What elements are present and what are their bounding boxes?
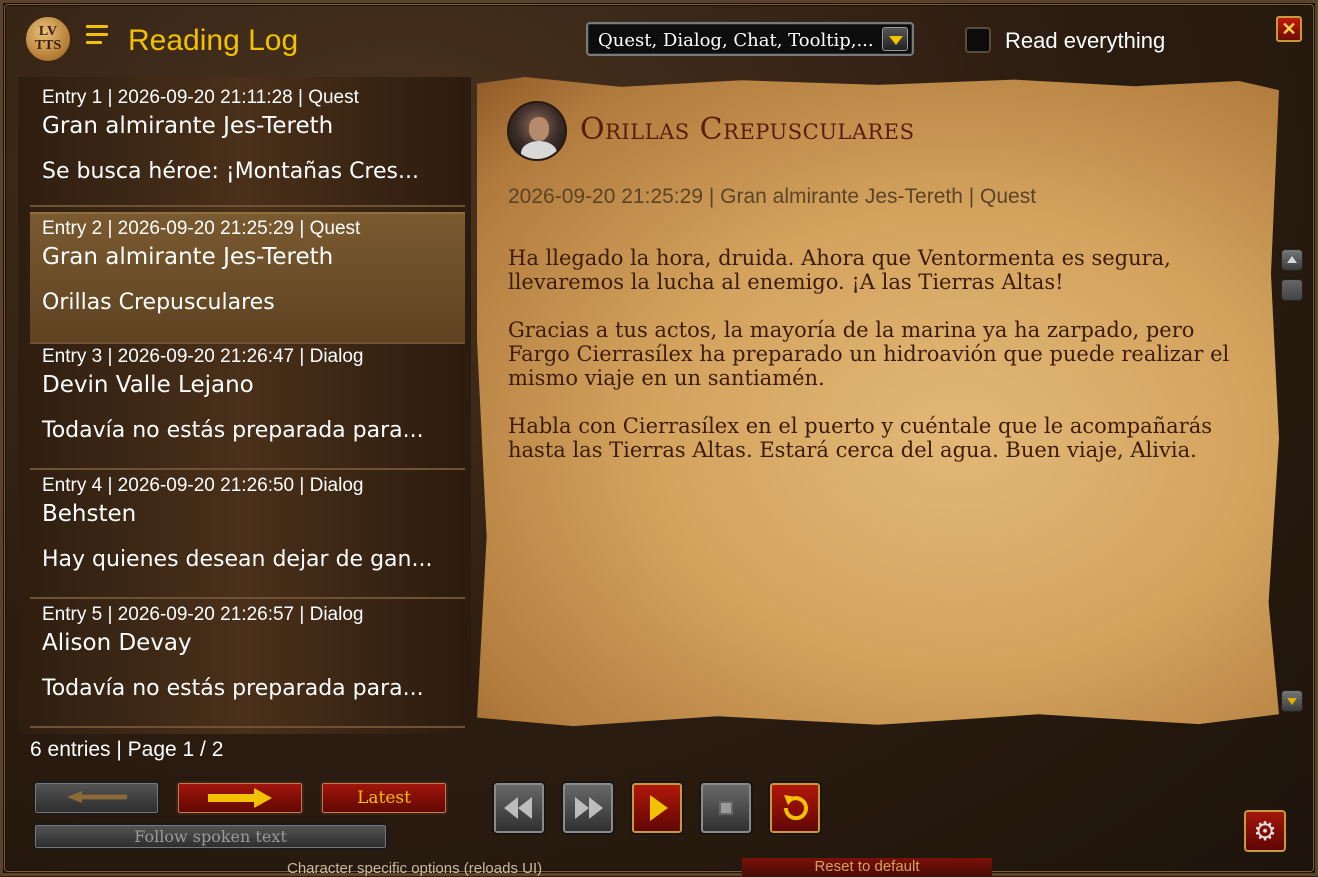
window-title: Reading Log	[128, 24, 299, 57]
entry-speaker: Gran almirante Jes-Tereth	[42, 113, 334, 139]
background-options-text: Character specific options (reloads UI)	[287, 860, 543, 877]
entry-meta: Entry 3 | 2026-09-20 21:26:47 | Dialog	[42, 346, 364, 367]
entry-meta: Entry 4 | 2026-09-20 21:26:50 | Dialog	[42, 475, 364, 496]
quest-paragraph: Habla con Cierrasílex en el puerto y cué…	[508, 414, 1213, 462]
close-button[interactable]: ✕	[1276, 16, 1302, 42]
arrow-right-icon	[208, 788, 272, 808]
filter-dropdown[interactable]: Quest, Dialog, Chat, Tooltip,...	[586, 22, 914, 56]
logo-text-top: LV	[38, 24, 58, 39]
rewind-button[interactable]	[492, 781, 546, 835]
entry-speaker: Behsten	[42, 501, 137, 527]
entry-meta: Entry 2 | 2026-09-20 21:25:29 | Quest	[42, 218, 361, 239]
list-item[interactable]: Entry 1 | 2026-09-20 21:11:28 | Quest Gr…	[30, 77, 465, 207]
entry-preview: Hay quienes desean dejar de gan...	[42, 547, 433, 572]
list-item[interactable]: Entry 5 | 2026-09-20 21:26:57 | Dialog A…	[30, 598, 465, 728]
entry-meta: Entry 1 | 2026-09-20 21:11:28 | Quest	[42, 87, 359, 108]
scroll-up-button[interactable]	[1281, 249, 1303, 271]
gear-icon: ⚙	[1253, 815, 1277, 846]
list-item-selected[interactable]: Entry 2 | 2026-09-20 21:25:29 | Quest Gr…	[30, 212, 465, 344]
settings-button[interactable]: ⚙	[1244, 810, 1286, 852]
lvtts-logo: LV TTS	[24, 15, 72, 63]
scroll-down-button[interactable]	[1281, 690, 1303, 712]
read-everything-label[interactable]: Read everything	[1005, 28, 1165, 54]
follow-spoken-text-button[interactable]: Follow spoken text	[33, 823, 388, 850]
next-page-button[interactable]	[176, 781, 304, 815]
quest-paragraph: Ha llegado la hora, druida. Ahora que Ve…	[508, 246, 1171, 294]
entry-preview: Orillas Crepusculares	[42, 290, 275, 315]
quest-meta: 2026-09-20 21:25:29 | Gran almirante Jes…	[508, 185, 1037, 208]
replay-icon	[783, 795, 808, 821]
list-item[interactable]: Entry 3 | 2026-09-20 21:26:47 | Dialog D…	[30, 340, 465, 470]
entries-summary: 6 entries | Page 1 / 2	[30, 738, 224, 761]
rewind-icon	[504, 797, 532, 819]
fast-forward-button[interactable]	[561, 781, 615, 835]
chevron-down-icon[interactable]	[882, 27, 908, 51]
entry-speaker: Devin Valle Lejano	[42, 372, 254, 398]
quest-title: Orillas Crepusculares	[580, 112, 915, 147]
read-everything-checkbox[interactable]	[965, 27, 991, 53]
play-button[interactable]	[630, 781, 684, 835]
entry-speaker: Alison Devay	[42, 630, 192, 656]
play-icon	[650, 795, 668, 821]
entry-list[interactable]: Entry 1 | 2026-09-20 21:11:28 | Quest Gr…	[18, 77, 471, 734]
entry-meta: Entry 5 | 2026-09-20 21:26:57 | Dialog	[42, 604, 364, 625]
filter-dropdown-value: Quest, Dialog, Chat, Tooltip,...	[598, 30, 874, 51]
quest-body: Ha llegado la hora, druida. Ahora que Ve…	[508, 246, 1248, 486]
stop-icon	[719, 801, 733, 815]
arrow-left-icon	[67, 791, 127, 803]
entry-speaker: Gran almirante Jes-Tereth	[42, 244, 334, 270]
background-reset-button: Reset to default	[742, 858, 992, 876]
menu-icon[interactable]	[86, 25, 112, 51]
logo-text-bottom: TTS	[34, 38, 62, 53]
list-item[interactable]: Entry 4 | 2026-09-20 21:26:50 | Dialog B…	[30, 469, 465, 599]
entry-preview: Todavía no estás preparada para...	[42, 418, 424, 443]
previous-page-button[interactable]	[33, 781, 160, 815]
quest-paragraph: Gracias a tus actos, la mayoría de la ma…	[508, 318, 1230, 390]
latest-button[interactable]: Latest	[320, 781, 448, 815]
stop-button[interactable]	[699, 781, 753, 835]
npc-avatar	[507, 101, 567, 161]
fast-forward-icon	[575, 797, 603, 819]
entry-preview: Se busca héroe: ¡Montañas Cres...	[42, 159, 419, 184]
replay-button[interactable]	[768, 781, 822, 835]
scrollbar-thumb[interactable]	[1281, 279, 1303, 301]
entry-preview: Todavía no estás preparada para...	[42, 676, 424, 701]
